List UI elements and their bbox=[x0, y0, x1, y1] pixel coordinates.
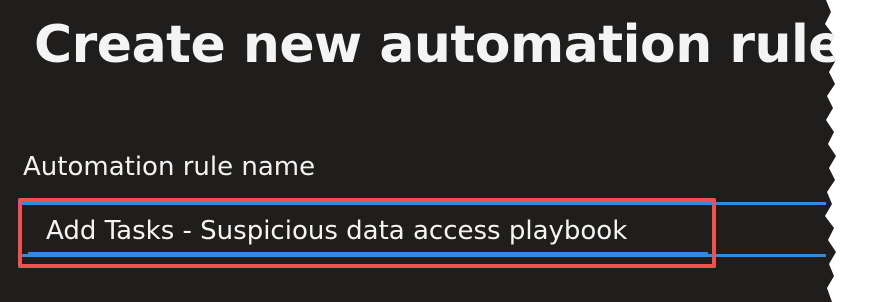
screenshot-canvas: Create new automation rule Automation ru… bbox=[0, 0, 890, 302]
page-title: Create new automation rule bbox=[34, 15, 844, 75]
rule-name-field-container bbox=[18, 198, 826, 268]
dark-panel: Create new automation rule Automation ru… bbox=[0, 0, 844, 302]
input-focus-underline bbox=[28, 252, 708, 255]
highlight-box bbox=[18, 198, 716, 268]
rule-name-input[interactable] bbox=[28, 208, 708, 254]
rule-name-label: Automation rule name bbox=[23, 152, 316, 182]
